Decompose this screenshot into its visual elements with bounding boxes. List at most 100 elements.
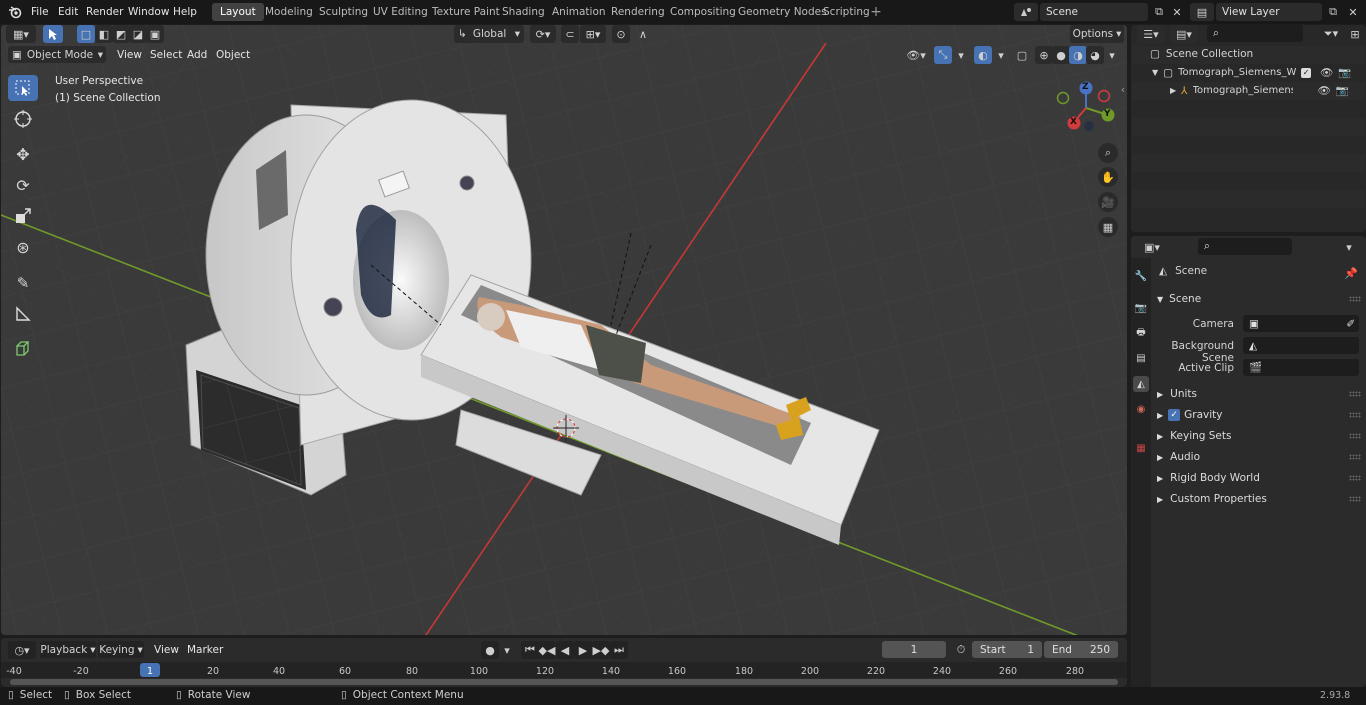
eyedropper-icon[interactable]: ✐ xyxy=(1346,318,1355,330)
gizmo-dropdown-icon[interactable]: ▾ xyxy=(952,46,970,64)
drag-grip-icon[interactable] xyxy=(1349,496,1361,502)
eye-icon[interactable]: 👁 xyxy=(1318,84,1331,97)
tool-move[interactable]: ✥ xyxy=(8,141,38,167)
options-dropdown[interactable]: Options ▾ xyxy=(1070,25,1124,43)
camera-field[interactable]: ▣ ✐ xyxy=(1243,315,1359,332)
menu-window[interactable]: Window xyxy=(128,4,169,20)
select-mode-new-icon[interactable]: □ xyxy=(77,25,95,43)
scene-tab-icon[interactable]: ◭ xyxy=(1133,376,1149,392)
keyframe-type-icon[interactable]: ▾ xyxy=(500,641,514,659)
keying-dropdown[interactable]: Keying ▾ xyxy=(98,641,144,658)
active-clip-field[interactable]: 🎬 xyxy=(1243,359,1359,376)
new-view-layer-icon[interactable]: ⧉ xyxy=(1324,3,1342,21)
overlays-toggle-icon[interactable]: ◐ xyxy=(974,46,992,64)
timeline-ruler[interactable] xyxy=(1,662,1127,678)
object-mode-dropdown[interactable]: ▣ Object Mode ▾ xyxy=(8,46,106,63)
output-tab-icon[interactable]: 🖶 xyxy=(1133,325,1149,341)
snap-icon[interactable]: ⊂ xyxy=(561,25,579,43)
shading-dropdown-icon[interactable]: ▾ xyxy=(1103,46,1121,64)
proportional-edit-icon[interactable]: ⊙ xyxy=(612,25,630,43)
zoom-icon[interactable]: ⌕ xyxy=(1098,143,1118,163)
pin-icon[interactable]: 📌 xyxy=(1342,264,1360,282)
end-frame-field[interactable]: End 250 xyxy=(1044,641,1118,658)
select-mode-extend-icon[interactable]: ◧ xyxy=(95,25,113,43)
transform-orientation-dropdown[interactable]: ↳ Global ▾ xyxy=(454,25,524,43)
tool-transform[interactable]: ⊛ xyxy=(8,234,38,260)
outliner-item-tomograph-collection[interactable]: ▼ ▢ Tomograph_Siemens_With_Pa ✓ 👁 📷 xyxy=(1152,66,1362,80)
scene-collection-row[interactable]: ▢ Scene Collection xyxy=(1150,48,1253,60)
stopwatch-icon[interactable]: ⏱ xyxy=(952,641,970,659)
blender-logo-icon[interactable] xyxy=(6,3,24,21)
tool-rotate[interactable]: ⟳ xyxy=(8,172,38,198)
play-icon[interactable]: ▶ xyxy=(574,641,592,659)
background-scene-field[interactable]: ◭ xyxy=(1243,337,1359,354)
panel-audio[interactable]: ▶ Audio xyxy=(1157,447,1366,467)
menu-render[interactable]: Render xyxy=(86,4,123,20)
shading-rendered-icon[interactable]: ◕ xyxy=(1086,46,1104,64)
viewport-menu-object[interactable]: Object xyxy=(216,47,250,63)
viewport-3d[interactable] xyxy=(1,25,1127,635)
timeline-editor-type-icon[interactable]: ◷▾ xyxy=(8,641,36,659)
eye-icon[interactable]: 👁 xyxy=(1320,66,1333,79)
xray-toggle-icon[interactable]: ▢ xyxy=(1013,46,1031,64)
ortho-grid-icon[interactable]: ▦ xyxy=(1098,217,1118,237)
select-mode-invert-icon[interactable]: ◪ xyxy=(129,25,147,43)
tool-cursor[interactable] xyxy=(8,106,38,132)
scene-name-field[interactable]: Scene xyxy=(1040,3,1148,21)
view-layer-field[interactable]: View Layer xyxy=(1216,3,1322,21)
drag-grip-icon[interactable] xyxy=(1349,391,1361,397)
panel-rigid-body-world[interactable]: ▶ Rigid Body World xyxy=(1157,468,1366,488)
tab-layout[interactable]: Layout xyxy=(212,3,264,21)
shading-solid-icon[interactable]: ● xyxy=(1052,46,1070,64)
select-tool-icon[interactable] xyxy=(43,25,63,43)
properties-editor-type-icon[interactable]: ▣▾ xyxy=(1138,238,1166,256)
texture-tab-icon[interactable]: ▦ xyxy=(1133,440,1149,456)
timeline-menu-view[interactable]: View xyxy=(154,642,179,658)
viewport-menu-add[interactable]: Add xyxy=(187,47,207,63)
sidebar-toggle-chevron-icon[interactable]: ‹ xyxy=(1118,80,1128,98)
drag-grip-icon[interactable] xyxy=(1349,433,1361,439)
menu-help[interactable]: Help xyxy=(173,4,197,20)
outliner-display-mode-icon[interactable]: ▤▾ xyxy=(1170,25,1198,43)
outliner-search-input[interactable]: ⌕ xyxy=(1207,25,1303,42)
filter-icon[interactable]: ⏷▾ xyxy=(1318,25,1344,43)
new-collection-icon[interactable]: ⊞ xyxy=(1346,25,1364,43)
visibility-toggle-icon[interactable]: 👁▾ xyxy=(903,46,929,64)
proportional-falloff-icon[interactable]: ∧ xyxy=(630,25,656,43)
tool-annotate[interactable]: ✎ xyxy=(8,270,38,296)
camera-render-icon[interactable]: 📷 xyxy=(1336,84,1349,97)
camera-render-icon[interactable]: 📷 xyxy=(1338,66,1351,79)
panel-units[interactable]: ▶ Units xyxy=(1157,384,1366,404)
prev-keyframe-icon[interactable]: ◆◀ xyxy=(538,641,556,659)
panel-custom-properties[interactable]: ▶ Custom Properties xyxy=(1157,489,1366,509)
scene-section-header[interactable]: ▼ Scene xyxy=(1157,289,1366,309)
current-frame-field[interactable]: 1 xyxy=(882,641,946,658)
start-frame-field[interactable]: Start 1 xyxy=(972,641,1042,658)
exclude-checkbox-icon[interactable]: ✓ xyxy=(1301,67,1312,78)
viewport-menu-select[interactable]: Select xyxy=(150,47,182,63)
viewport-menu-view[interactable]: View xyxy=(117,47,142,63)
scene-selector-icon[interactable] xyxy=(1014,3,1038,21)
gizmo-toggle-icon[interactable]: ⤡ xyxy=(934,46,952,64)
navigation-gizmo[interactable]: Z Y X xyxy=(1056,80,1120,136)
new-scene-icon[interactable]: ⧉ xyxy=(1150,3,1168,21)
drag-grip-icon[interactable] xyxy=(1349,412,1361,418)
editor-type-icon[interactable]: ▦▾ xyxy=(6,25,36,43)
properties-search-input[interactable]: ⌕ xyxy=(1198,238,1292,255)
record-icon[interactable]: ● xyxy=(481,641,499,659)
tool-tab-icon[interactable]: 🔧 xyxy=(1133,268,1149,284)
delete-view-layer-icon[interactable]: ✕ xyxy=(1344,3,1362,21)
camera-view-icon[interactable]: 🎥 xyxy=(1098,192,1118,212)
pan-hand-icon[interactable]: ✋ xyxy=(1098,167,1118,187)
drag-grip-icon[interactable] xyxy=(1349,454,1361,460)
tool-measure[interactable] xyxy=(8,301,38,327)
select-mode-intersect-icon[interactable]: ▣ xyxy=(146,25,164,43)
shading-material-icon[interactable]: ◑ xyxy=(1069,46,1087,64)
drag-grip-icon[interactable] xyxy=(1349,296,1361,302)
menu-edit[interactable]: Edit xyxy=(58,4,78,20)
select-mode-subtract-icon[interactable]: ◩ xyxy=(112,25,130,43)
properties-options-chevron-icon[interactable]: ▾ xyxy=(1340,238,1358,256)
pivot-point-icon[interactable]: ⟳▾ xyxy=(530,25,556,43)
tool-select-box[interactable] xyxy=(8,75,38,101)
tool-scale[interactable] xyxy=(8,203,38,229)
